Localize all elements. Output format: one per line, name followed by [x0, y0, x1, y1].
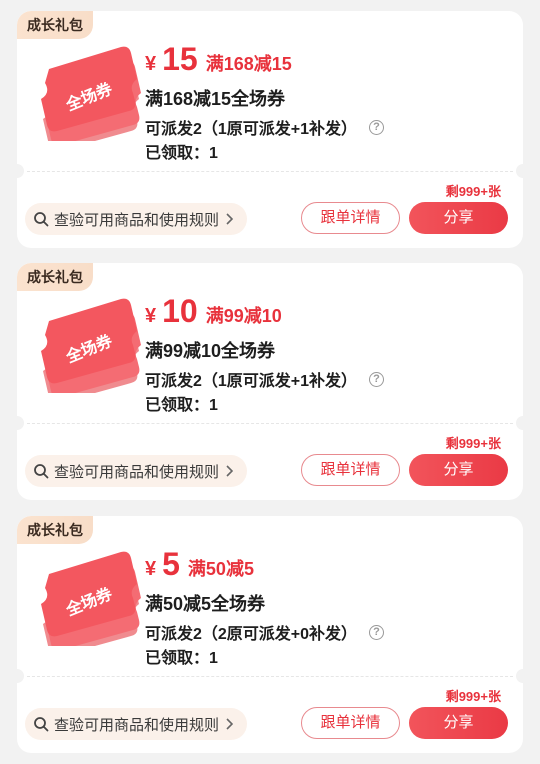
coupon-badge: 成长礼包 — [17, 263, 93, 291]
help-icon[interactable]: ? — [369, 371, 385, 387]
search-icon — [34, 717, 49, 732]
dashed-divider — [27, 171, 513, 172]
coupon-badge: 成长礼包 — [17, 516, 93, 544]
help-icon[interactable]: ? — [369, 624, 385, 640]
price-value: 15 — [162, 41, 198, 77]
dispatch-info: 可派发2（1原可派发+1补发） ? — [145, 115, 385, 139]
coupon-card: 成长礼包 全场券 ¥ 10 满99减10 满99减10全场券 可派发2（1原可派… — [17, 263, 523, 500]
dispatch-text: 可派发2（1原可派发+1补发） — [145, 121, 358, 138]
dashed-divider — [27, 676, 513, 677]
price-value: 10 — [162, 293, 198, 329]
search-icon — [34, 464, 49, 479]
coupon-title: 满99减10全场券 — [145, 341, 276, 361]
coupon-ticket-icon: 全场券 — [41, 46, 141, 141]
usage-rules-link[interactable]: 查验可用商品和使用规则 — [25, 203, 248, 235]
ticket-notch — [516, 164, 523, 178]
price-row: ¥ 5 满50减5 — [145, 546, 254, 583]
price-symbol: ¥ — [145, 53, 157, 75]
coupon-card: 成长礼包 全场券 ¥ 15 满168减15 满168减15全场券 可派发2（1原… — [17, 11, 523, 248]
order-detail-button[interactable]: 跟单详情 — [301, 707, 400, 739]
share-button[interactable]: 分享 — [409, 707, 508, 739]
price-symbol: ¥ — [145, 558, 157, 580]
usage-rules-label: 查验可用商品和使用规则 — [54, 463, 220, 481]
price-rule: 满168减15 — [205, 54, 292, 74]
coupon-title: 满50减5全场券 — [145, 594, 266, 614]
usage-rules-link[interactable]: 查验可用商品和使用规则 — [25, 708, 248, 740]
dashed-divider — [27, 423, 513, 424]
price-row: ¥ 15 满168减15 — [145, 41, 292, 78]
dispatch-text: 可派发2（2原可派发+0补发） — [145, 626, 358, 643]
chevron-right-icon — [226, 465, 234, 477]
usage-rules-link[interactable]: 查验可用商品和使用规则 — [25, 455, 248, 487]
remaining-stock: 剩999+张 — [445, 184, 501, 199]
remaining-stock: 剩999+张 — [445, 436, 501, 451]
dispatch-text: 可派发2（1原可派发+1补发） — [145, 373, 358, 390]
coupon-ticket-icon: 全场券 — [41, 298, 141, 393]
chevron-right-icon — [226, 718, 234, 730]
claimed-count: 已领取：1 — [145, 397, 218, 414]
ticket-notch — [17, 416, 24, 430]
usage-rules-label: 查验可用商品和使用规则 — [54, 716, 220, 734]
dispatch-info: 可派发2（2原可派发+0补发） ? — [145, 620, 385, 644]
ticket-notch — [516, 416, 523, 430]
coupon-card: 成长礼包 全场券 ¥ 5 满50减5 满50减5全场券 可派发2（2原可派发+0… — [17, 516, 523, 753]
order-detail-button[interactable]: 跟单详情 — [301, 454, 400, 486]
price-symbol: ¥ — [145, 305, 157, 327]
coupon-badge: 成长礼包 — [17, 11, 93, 39]
price-value: 5 — [162, 546, 180, 582]
coupon-ticket-icon: 全场券 — [41, 551, 141, 646]
ticket-notch — [17, 164, 24, 178]
price-row: ¥ 10 满99减10 — [145, 293, 282, 330]
help-icon[interactable]: ? — [369, 119, 385, 135]
ticket-notch — [17, 669, 24, 683]
coupon-title: 满168减15全场券 — [145, 89, 286, 109]
share-button[interactable]: 分享 — [409, 454, 508, 486]
claimed-count: 已领取：1 — [145, 650, 218, 667]
search-icon — [34, 212, 49, 227]
ticket-notch — [516, 669, 523, 683]
share-button[interactable]: 分享 — [409, 202, 508, 234]
dispatch-info: 可派发2（1原可派发+1补发） ? — [145, 367, 385, 391]
price-rule: 满50减5 — [187, 559, 254, 579]
order-detail-button[interactable]: 跟单详情 — [301, 202, 400, 234]
chevron-right-icon — [226, 213, 234, 225]
claimed-count: 已领取：1 — [145, 145, 218, 162]
price-rule: 满99减10 — [205, 306, 282, 326]
usage-rules-label: 查验可用商品和使用规则 — [54, 211, 220, 229]
remaining-stock: 剩999+张 — [445, 689, 501, 704]
